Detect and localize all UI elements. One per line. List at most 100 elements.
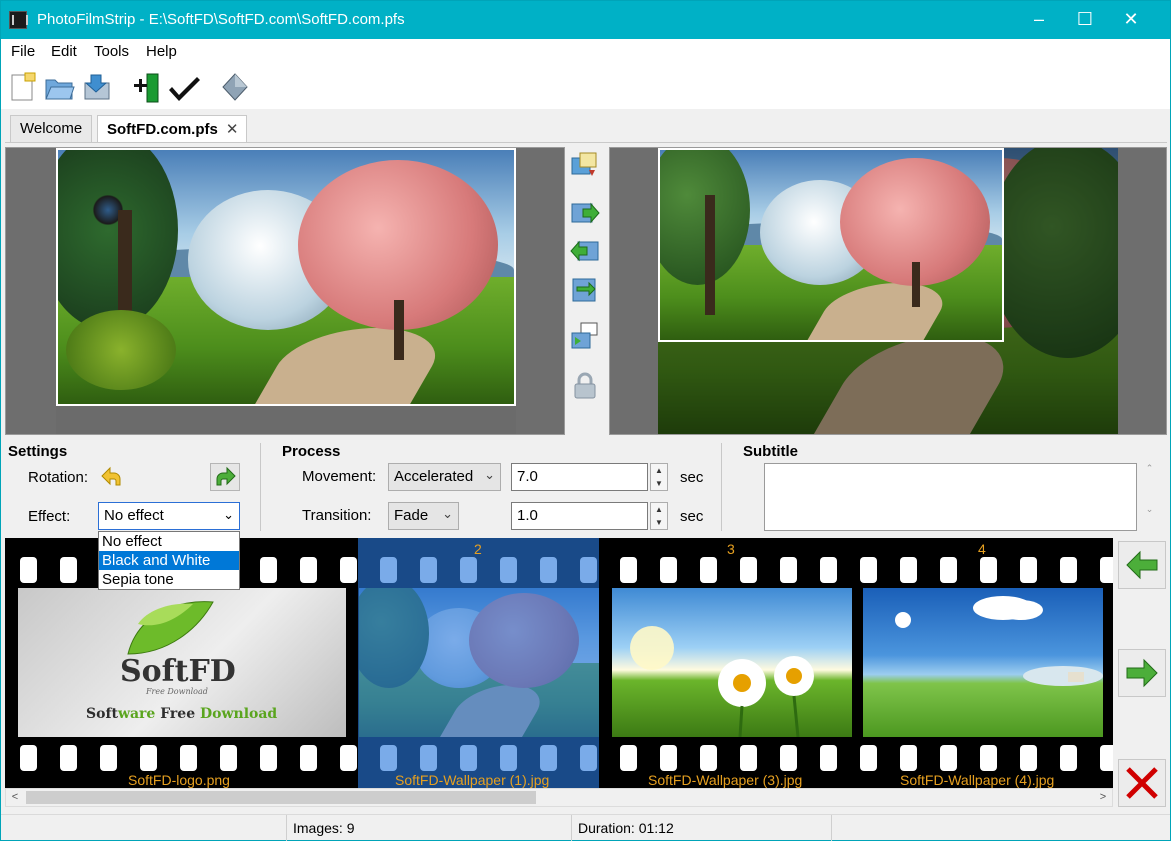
swap-position-icon[interactable] (569, 275, 601, 305)
sprocket-hole (100, 745, 117, 771)
movement-select[interactable]: Accelerated ⌄ (388, 463, 501, 491)
effect-option-none[interactable]: No effect (99, 532, 239, 551)
subtitle-textarea[interactable] (764, 463, 1137, 531)
transition-select-value: Fade (394, 507, 429, 524)
frame-number-3: 3 (727, 541, 735, 557)
tab-close-icon[interactable]: ✕ (226, 121, 239, 138)
movement-duration-input[interactable]: 7.0 (511, 463, 648, 491)
sprocket-hole (1100, 557, 1113, 583)
effect-option-sepia[interactable]: Sepia tone (99, 570, 239, 589)
move-frame-left-button[interactable] (1118, 541, 1166, 589)
effect-select-value: No effect (104, 507, 164, 524)
sprocket-hole (860, 745, 877, 771)
subtitle-scrollbar[interactable]: ⌃ ⌄ (1142, 463, 1157, 531)
movement-label: Movement: (302, 468, 377, 485)
status-duration: Duration: 01:12 (571, 815, 831, 841)
filmstrip-scrollbar[interactable]: < > (5, 788, 1113, 807)
sprocket-hole (700, 745, 717, 771)
sprocket-hole (820, 745, 837, 771)
effect-label: Effect: (28, 508, 71, 525)
import-pictures-icon[interactable] (131, 71, 163, 103)
preview-crop-end[interactable] (658, 148, 1004, 342)
delete-frame-button[interactable] (1118, 759, 1166, 807)
sprocket-hole (20, 557, 37, 583)
sprocket-hole (740, 745, 757, 771)
save-icon[interactable] (81, 71, 113, 103)
render-check-icon[interactable] (169, 71, 201, 103)
minimize-button[interactable]: – (1016, 1, 1062, 39)
frame-number-2: 2 (474, 541, 482, 557)
chevron-down-icon: ⌄ (223, 507, 234, 522)
tab-welcome[interactable]: Welcome (10, 115, 93, 142)
frame-thumb-1[interactable]: SoftFD Free Download Software Free Downl… (18, 588, 346, 737)
sprocket-hole (820, 557, 837, 583)
scrollbar-thumb[interactable] (26, 791, 536, 804)
tab-divider (5, 142, 1167, 143)
sprocket-hole (620, 557, 637, 583)
effect-option-black-white[interactable]: Black and White (99, 551, 239, 570)
status-images-count: Images: 9 (286, 815, 571, 841)
close-window-button[interactable]: ✕ (1108, 1, 1154, 39)
chevron-down-icon: ⌄ (484, 467, 495, 482)
sprocket-hole (780, 557, 797, 583)
sprocket-hole (1020, 745, 1037, 771)
frame-thumb-3[interactable] (612, 588, 852, 737)
move-frame-right-button[interactable] (1118, 649, 1166, 697)
end-image-preview[interactable] (609, 147, 1167, 435)
transition-unit: sec (680, 508, 704, 525)
scroll-right-arrow-icon[interactable]: > (1094, 789, 1112, 806)
arrow-right-icon (1126, 658, 1158, 688)
window-title: PhotoFilmStrip - E:\SoftFD\SoftFD.com\So… (37, 11, 405, 28)
swap-images-icon[interactable] (569, 150, 601, 180)
sprocket-hole (220, 745, 237, 771)
transition-label: Transition: (302, 507, 372, 524)
menu-file[interactable]: File (11, 43, 35, 60)
transition-select[interactable]: Fade ⌄ (388, 502, 459, 530)
menu-edit[interactable]: Edit (51, 43, 77, 60)
sprocket-hole (340, 557, 357, 583)
maximize-button[interactable]: ☐ (1062, 1, 1108, 39)
tab-project-label: SoftFD.com.pfs (107, 121, 218, 138)
status-bar: Images: 9 Duration: 01:12 (1, 814, 1170, 841)
movement-select-value: Accelerated (394, 468, 474, 485)
pane-gutter-left (6, 148, 56, 434)
new-project-icon[interactable] (7, 71, 39, 103)
movement-duration-stepper[interactable]: ▲ ▼ (650, 463, 668, 491)
title-bar[interactable]: PhotoFilmStrip - E:\SoftFD\SoftFD.com\So… (1, 1, 1170, 39)
sprocket-hole (980, 745, 997, 771)
sprocket-hole (260, 745, 277, 771)
sprocket-hole (900, 557, 917, 583)
rotation-label: Rotation: (28, 469, 89, 486)
sprocket-hole (980, 557, 997, 583)
settings-title: Settings (8, 443, 68, 460)
move-right-icon[interactable] (569, 199, 601, 229)
sprocket-hole (260, 557, 277, 583)
sprocket-hole (180, 745, 197, 771)
adjust-icon[interactable] (569, 321, 601, 351)
sprocket-hole (1060, 557, 1077, 583)
menu-help[interactable]: Help (146, 43, 177, 60)
tab-project[interactable]: SoftFD.com.pfs ✕ (97, 115, 247, 143)
frame-thumb-4[interactable] (863, 588, 1103, 737)
rotate-left-icon[interactable] (98, 463, 128, 491)
sprocket-hole (1060, 745, 1077, 771)
start-image-preview[interactable] (5, 147, 565, 435)
toolbar (1, 65, 1170, 109)
sprocket-hole (660, 557, 677, 583)
transition-duration-input[interactable]: 1.0 (511, 502, 648, 530)
scroll-left-arrow-icon[interactable]: < (6, 789, 24, 806)
frame-caption-4: SoftFD-Wallpaper (4).jpg (900, 772, 1055, 788)
pane-gutter-right (1118, 148, 1166, 434)
sprocket-hole (700, 557, 717, 583)
menu-tools[interactable]: Tools (94, 43, 129, 60)
tab-welcome-label: Welcome (20, 120, 83, 137)
move-left-icon[interactable] (569, 237, 601, 267)
effect-select[interactable]: No effect ⌄ (98, 502, 240, 530)
diamond-icon[interactable] (219, 71, 251, 103)
lock-icon[interactable] (569, 371, 601, 401)
sprocket-hole (620, 745, 637, 771)
transition-duration-stepper[interactable]: ▲ ▼ (650, 502, 668, 530)
frame-number-4: 4 (978, 541, 986, 557)
open-folder-icon[interactable] (43, 71, 75, 103)
rotate-right-icon[interactable] (210, 463, 240, 491)
